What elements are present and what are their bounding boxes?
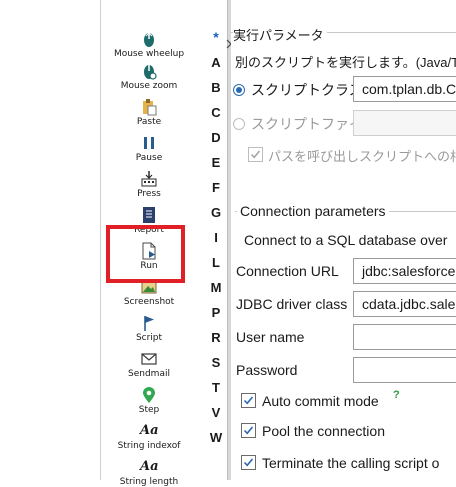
tool-label: Screenshot [123, 297, 175, 307]
tool-label: Step [138, 405, 160, 415]
connection-group-title: Connection parameters [237, 203, 389, 219]
index-letter-bar: * A B C D E F G I L M P R S T V W [205, 0, 227, 480]
tool-label: Script [135, 333, 163, 343]
tool-label: Mouse zoom [120, 81, 178, 91]
report-icon [140, 206, 158, 224]
index-letter-all[interactable]: * [205, 29, 227, 45]
index-letter[interactable]: M [205, 280, 227, 295]
parameters-panel: 実行パラメータ 別のスクリプトを実行します。(Java/TP スクリプトクラス … [231, 0, 456, 480]
check-icon [243, 458, 254, 467]
index-letter[interactable]: S [205, 355, 227, 370]
index-letter[interactable]: V [205, 405, 227, 420]
index-letter[interactable]: P [205, 305, 227, 320]
index-letter[interactable]: A [205, 55, 227, 70]
check-icon [243, 426, 254, 435]
paste-tool[interactable]: Paste [101, 98, 197, 127]
sendmail-tool[interactable]: Sendmail [101, 350, 197, 379]
check-icon [243, 396, 254, 405]
string-indexof-tool[interactable]: Aa String indexof [101, 422, 197, 451]
press-tool[interactable]: Press [101, 170, 197, 199]
string-icon: Aa [140, 423, 159, 438]
index-letter[interactable]: C [205, 105, 227, 120]
terminate-script-checkbox[interactable] [241, 455, 256, 470]
tool-label: String indexof [117, 441, 181, 451]
user-name-input[interactable] [353, 324, 456, 350]
password-label: Password [236, 362, 298, 378]
run-highlight-box [106, 225, 185, 283]
auto-commit-checkbox[interactable] [241, 393, 256, 408]
index-letter[interactable]: G [205, 205, 227, 220]
connection-description: Connect to a SQL database over [244, 232, 448, 248]
string-icon: Aa [140, 459, 159, 474]
mouse-zoom-tool[interactable]: Mouse zoom [101, 62, 197, 91]
index-letter[interactable]: I [205, 230, 227, 245]
auto-commit-label: Auto commit mode [262, 393, 379, 409]
mouse-zoom-icon [140, 62, 158, 80]
script-flag-icon [140, 314, 158, 332]
pool-connection-checkbox[interactable] [241, 423, 256, 438]
mail-icon [140, 350, 158, 368]
pause-icon [140, 134, 158, 152]
index-letter[interactable]: T [205, 380, 227, 395]
index-letter[interactable]: D [205, 130, 227, 145]
relative-path-label: パスを呼び出しスクリプトへの相対 [268, 149, 456, 164]
pause-tool[interactable]: Pause [101, 134, 197, 163]
script-file-input[interactable] [353, 110, 456, 136]
tool-label: Press [137, 189, 161, 199]
pool-connection-label: Pool the connection [262, 423, 385, 439]
string-length-tool[interactable]: Aa String length [101, 458, 197, 487]
index-letter[interactable]: L [205, 255, 227, 270]
jdbc-driver-input[interactable]: cdata.jdbc.sale [353, 291, 456, 317]
password-input[interactable] [353, 357, 456, 383]
terminate-script-label: Terminate the calling script o [262, 455, 440, 471]
index-letter[interactable]: R [205, 330, 227, 345]
mouse-wheelup-tool[interactable]: Mouse wheelup [101, 30, 197, 59]
index-letter[interactable]: W [205, 430, 227, 445]
user-name-label: User name [236, 329, 305, 345]
connection-url-label: Connection URL [236, 263, 339, 279]
script-class-radio[interactable] [233, 84, 245, 96]
tool-label: Sendmail [128, 369, 170, 379]
help-icon[interactable]: ? [393, 389, 400, 401]
script-class-input[interactable]: com.tplan.db.C [353, 76, 456, 102]
connection-url-input[interactable]: jdbc:salesforce [353, 258, 456, 284]
left-pane [0, 0, 101, 480]
tool-label: Pause [135, 153, 163, 163]
jdbc-driver-label: JDBC driver class [236, 296, 348, 312]
index-letter[interactable]: E [205, 155, 227, 170]
script-tool[interactable]: Script [101, 314, 197, 343]
index-letter[interactable]: F [205, 180, 227, 195]
index-letter[interactable]: B [205, 80, 227, 95]
step-pin-icon [140, 386, 158, 404]
press-icon [140, 170, 158, 188]
paste-icon [140, 98, 158, 116]
step-tool[interactable]: Step [101, 386, 197, 415]
script-class-label[interactable]: スクリプトクラス [251, 80, 363, 100]
relative-path-checkbox[interactable] [248, 147, 263, 162]
tool-label: Mouse wheelup [113, 49, 185, 59]
tool-label: String length [119, 477, 179, 487]
section-title: 実行パラメータ [233, 25, 327, 44]
description-text: 別のスクリプトを実行します。(Java/TP [235, 55, 456, 70]
script-file-radio[interactable] [233, 118, 245, 130]
tool-label: Paste [136, 117, 162, 127]
check-icon [250, 150, 261, 159]
mouse-wheel-icon [140, 30, 158, 48]
